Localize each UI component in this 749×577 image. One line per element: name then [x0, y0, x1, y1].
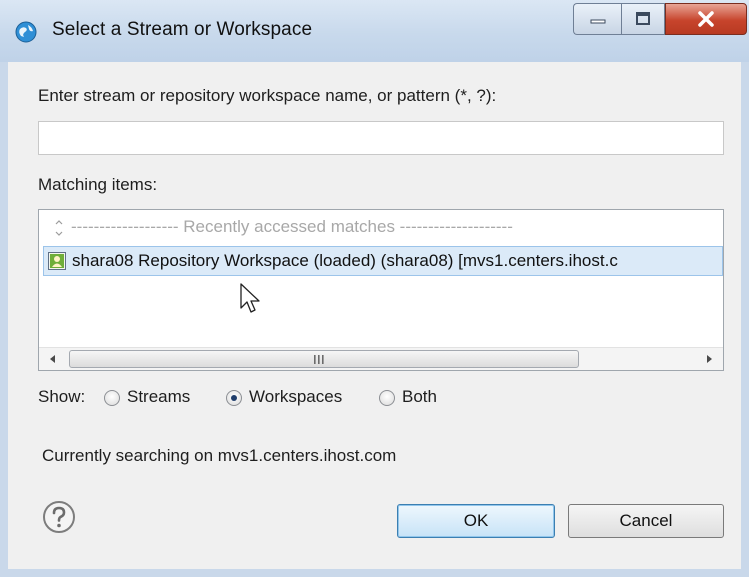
matching-items-list[interactable]: ------------------- Recently accessed ma… [38, 209, 724, 371]
minimize-icon [590, 19, 605, 24]
recent-matches-separator: ------------------- Recently accessed ma… [53, 216, 719, 240]
ok-button[interactable]: OK [397, 504, 555, 538]
dialog-window: Select a Stream or Workspace Enter strea… [0, 0, 749, 577]
minimize-button[interactable] [573, 3, 621, 35]
help-icon[interactable] [42, 500, 76, 534]
maximize-icon [636, 12, 650, 25]
app-globe-icon [15, 21, 37, 43]
dialog-content: Enter stream or repository workspace nam… [8, 62, 741, 569]
separator-text: ------------------- Recently accessed ma… [71, 217, 513, 236]
horizontal-scrollbar[interactable] [39, 347, 723, 370]
list-item[interactable]: shara08 Repository Workspace (loaded) (s… [43, 246, 723, 276]
list-item-label: shara08 Repository Workspace (loaded) (s… [72, 251, 618, 270]
collapse-chevrons-icon [55, 220, 63, 236]
scroll-right-arrow-icon[interactable] [697, 348, 721, 370]
title-bar[interactable]: Select a Stream or Workspace [0, 0, 749, 62]
search-status: Currently searching on mvs1.centers.ihos… [42, 446, 397, 465]
scroll-left-arrow-icon[interactable] [41, 348, 65, 370]
both-radio-button[interactable] [379, 390, 395, 406]
close-icon [698, 11, 714, 27]
streams-radio-label[interactable]: Streams [127, 387, 190, 407]
maximize-button[interactable] [621, 3, 665, 35]
workspaces-radio-label[interactable]: Workspaces [249, 387, 342, 407]
window-title: Select a Stream or Workspace [52, 19, 313, 40]
mouse-pointer-icon [240, 283, 260, 313]
both-radio-label[interactable]: Both [402, 387, 437, 407]
workspaces-radio-button[interactable] [226, 390, 242, 406]
show-label: Show: [38, 387, 86, 406]
streams-radio-button[interactable] [104, 390, 120, 406]
search-input[interactable] [38, 121, 724, 155]
search-label: Enter stream or repository workspace nam… [38, 86, 497, 105]
scrollbar-grip-icon [314, 355, 324, 364]
repository-workspace-icon [48, 252, 66, 270]
close-button[interactable] [665, 3, 747, 35]
scrollbar-thumb[interactable] [69, 350, 579, 368]
cancel-button[interactable]: Cancel [568, 504, 724, 538]
matching-items-label: Matching items: [38, 175, 158, 194]
